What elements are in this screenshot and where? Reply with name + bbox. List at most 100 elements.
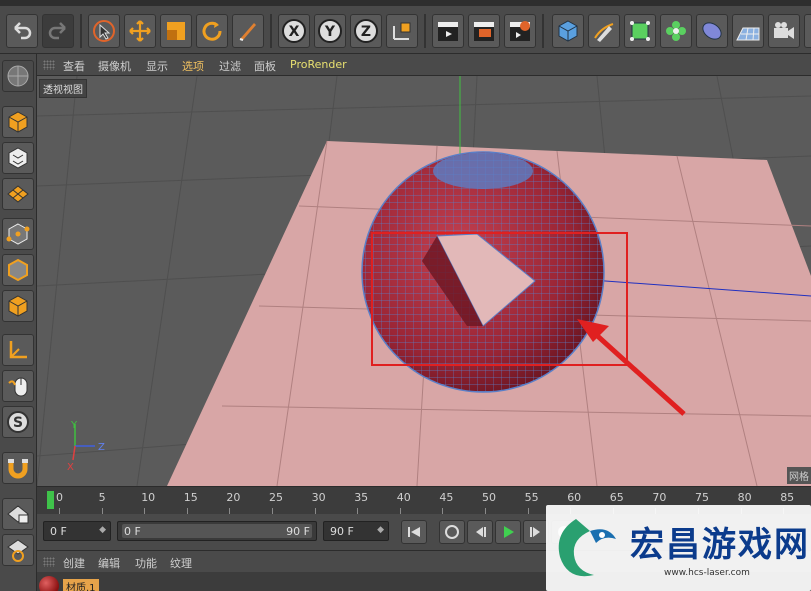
cloner-button[interactable] xyxy=(660,14,692,48)
axis-mode-icon xyxy=(9,341,27,359)
cube-icon xyxy=(558,20,578,42)
subdivision-button[interactable] xyxy=(624,14,656,48)
material-ball-icon xyxy=(39,576,59,591)
axis-z-icon: Z xyxy=(354,19,378,43)
timeline-tick-label: 15 xyxy=(183,491,198,504)
play-icon xyxy=(504,526,514,538)
workplane-align-icon xyxy=(7,539,29,562)
points-mode-button[interactable] xyxy=(2,218,34,250)
undo-button[interactable] xyxy=(6,14,38,48)
material-menu-item[interactable]: 纹理 xyxy=(170,555,192,571)
svg-text:Z: Z xyxy=(361,24,371,40)
model-mode-icon xyxy=(8,111,28,133)
go-to-start-icon xyxy=(408,527,420,537)
axis-gizmo: Y Z X xyxy=(67,420,105,473)
svg-text:X: X xyxy=(289,24,300,40)
magnet-button[interactable] xyxy=(2,452,34,484)
material-menu-item[interactable]: 编辑 xyxy=(98,555,120,571)
timeline-tick-label: 20 xyxy=(226,491,241,504)
viewport-menu-item[interactable]: 摄像机 xyxy=(98,58,131,74)
axis-z-button[interactable]: Z xyxy=(350,14,382,48)
go-to-start-button[interactable] xyxy=(401,520,427,544)
render-region-button[interactable] xyxy=(468,14,500,48)
viewport-menu-item[interactable]: 过滤 xyxy=(219,58,241,74)
pen-spline-button[interactable] xyxy=(588,14,620,48)
viewport-menu-item[interactable]: 查看 xyxy=(63,58,85,74)
slider-left-label: 0 F xyxy=(124,525,141,538)
redo-button[interactable] xyxy=(42,14,74,48)
timeline-tick-label: 45 xyxy=(439,491,454,504)
previous-key-button[interactable] xyxy=(439,520,465,544)
tweak-mode-button[interactable] xyxy=(2,370,34,402)
timeline-tick-label: 25 xyxy=(269,491,283,504)
timeline-tick-label: 30 xyxy=(311,491,326,504)
camera-button[interactable] xyxy=(768,14,800,48)
render-settings-button[interactable] xyxy=(504,14,536,48)
start-frame-value: 0 F xyxy=(50,525,67,538)
scale-tool-button[interactable] xyxy=(160,14,192,48)
panel-grip[interactable] xyxy=(43,557,55,567)
perspective-viewport[interactable]: Y Z X 透视视图 网格 xyxy=(37,76,811,486)
playhead[interactable] xyxy=(47,491,54,509)
svg-text:Z: Z xyxy=(98,442,105,453)
spinner-icon[interactable]: ◆ xyxy=(377,525,384,535)
axis-y-button[interactable]: Y xyxy=(314,14,346,48)
coordinate-system-button[interactable] xyxy=(386,14,418,48)
rotate-tool-button[interactable] xyxy=(196,14,228,48)
svg-text:X: X xyxy=(67,462,74,473)
subdivision-icon xyxy=(630,21,650,41)
polygons-mode-button[interactable] xyxy=(2,290,34,322)
timeline-tick-label: 50 xyxy=(482,491,496,504)
lock-grid-icon xyxy=(7,505,29,524)
deformer-button[interactable] xyxy=(696,14,728,48)
timeline-tick-label: 70 xyxy=(652,491,667,504)
end-frame-field[interactable]: 90 F ◆ xyxy=(323,521,389,541)
select-tool-button[interactable] xyxy=(88,14,120,48)
workplane-mode-button[interactable] xyxy=(2,178,34,210)
snapping-button[interactable]: S xyxy=(2,406,34,438)
viewport-menu-item[interactable]: 选项 xyxy=(182,58,204,74)
spinner-icon[interactable]: ◆ xyxy=(99,525,106,535)
viewport-label: 透视视图 xyxy=(39,79,87,98)
cursor-icon xyxy=(93,20,115,42)
end-frame-value: 90 F xyxy=(330,525,354,538)
workplane-align-button[interactable] xyxy=(2,534,34,566)
panel-grip[interactable] xyxy=(43,60,55,70)
model-mode-button[interactable] xyxy=(2,106,34,138)
slider-track[interactable] xyxy=(122,524,312,538)
material-menu-item[interactable]: 功能 xyxy=(135,555,157,571)
edges-mode-button[interactable] xyxy=(2,254,34,286)
watermark-url: www.hcs-laser.com xyxy=(664,568,750,578)
texture-mode-button[interactable] xyxy=(2,142,34,174)
play-button[interactable] xyxy=(495,520,521,544)
previous-frame-button[interactable] xyxy=(467,520,493,544)
knife-tool-button[interactable] xyxy=(232,14,264,48)
previous-key-icon xyxy=(445,525,459,539)
preview-range-slider[interactable]: 0 F 90 F xyxy=(117,521,317,541)
timeline-tick-label: 85 xyxy=(780,491,795,504)
material-menu-item[interactable]: 创建 xyxy=(63,555,85,571)
timeline-tick-label: 65 xyxy=(609,491,624,504)
light-button[interactable] xyxy=(804,14,811,48)
material-swatch[interactable]: 材质.1 xyxy=(39,574,103,591)
floor-button[interactable] xyxy=(732,14,764,48)
watermark-title: 宏昌游戏网 xyxy=(630,525,810,565)
viewport-menu-item[interactable]: 显示 xyxy=(146,58,168,74)
make-editable-button[interactable] xyxy=(2,60,34,92)
axis-x-button[interactable]: X xyxy=(278,14,310,48)
cube-object-button[interactable] xyxy=(552,14,584,48)
move-tool-button[interactable] xyxy=(124,14,156,48)
axis-mode-button[interactable] xyxy=(2,334,34,366)
polygons-mode-icon xyxy=(8,295,28,317)
coordinate-system-icon xyxy=(393,22,411,40)
material-name: 材质.1 xyxy=(63,579,99,591)
timeline-tick-label: 40 xyxy=(396,491,411,504)
lock-workplane-button[interactable] xyxy=(2,498,34,530)
viewport-menu-item[interactable]: 面板 xyxy=(254,58,276,74)
render-view-button[interactable] xyxy=(432,14,464,48)
edges-mode-icon xyxy=(8,258,28,282)
grid-corner-label: 网格 xyxy=(787,467,811,484)
timeline-tick-label: 75 xyxy=(695,491,709,504)
start-frame-field[interactable]: 0 F ◆ xyxy=(43,521,111,541)
viewport-menu-item[interactable]: ProRender xyxy=(290,58,347,71)
